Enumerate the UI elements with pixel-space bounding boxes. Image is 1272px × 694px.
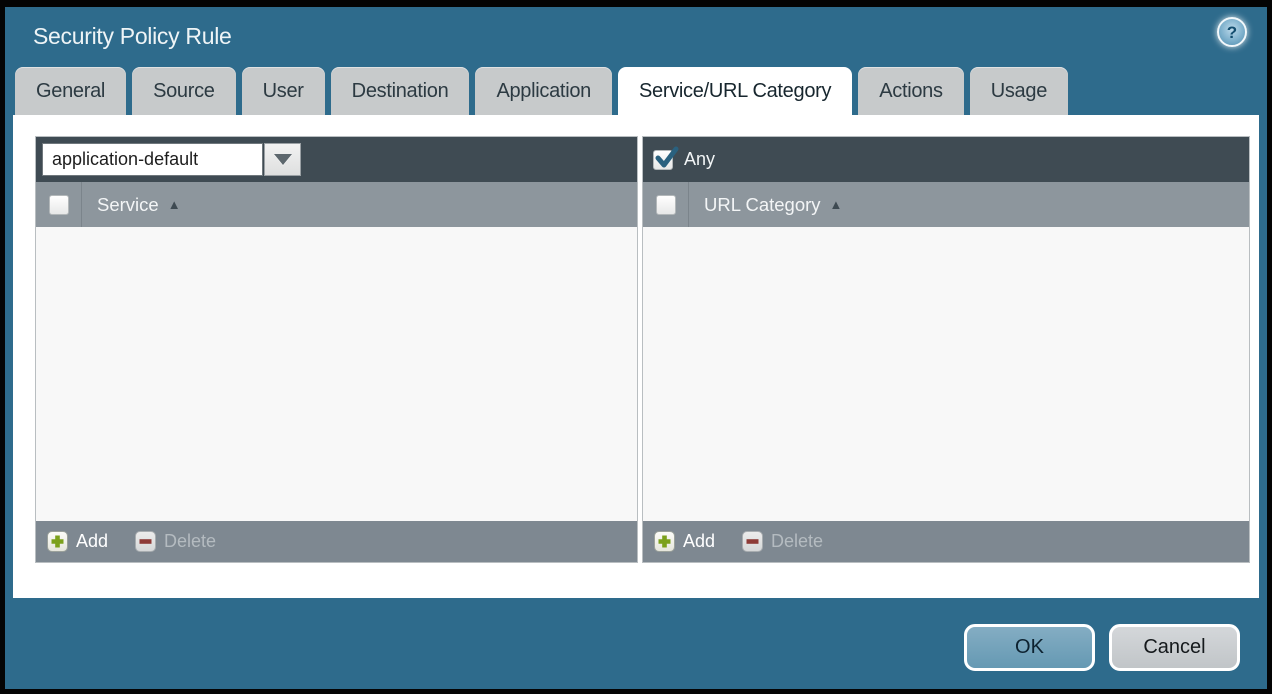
tab-service-url-category[interactable]: Service/URL Category — [618, 67, 852, 115]
any-checkbox[interactable] — [653, 150, 673, 170]
tab-general[interactable]: General — [15, 67, 126, 115]
tab-source[interactable]: Source — [132, 67, 236, 115]
tab-bar: General Source User Destination Applicat… — [5, 65, 1267, 115]
url-category-column-label[interactable]: URL Category — [704, 194, 821, 216]
tab-actions[interactable]: Actions — [858, 67, 964, 115]
check-icon — [653, 145, 679, 171]
url-category-list — [643, 227, 1249, 521]
dialog-title: Security Policy Rule — [33, 23, 232, 50]
minus-icon — [742, 531, 763, 552]
tab-content-area: application-default Service ▲ — [13, 115, 1259, 598]
service-type-dropdown-button[interactable] — [264, 143, 301, 176]
help-icon[interactable]: ? — [1217, 17, 1247, 47]
service-type-dropdown[interactable]: application-default — [42, 143, 301, 176]
tab-application[interactable]: Application — [475, 67, 612, 115]
url-category-add-button[interactable]: Add — [654, 531, 715, 552]
help-glyph: ? — [1227, 24, 1237, 41]
delete-label: Delete — [164, 531, 216, 552]
add-label: Add — [76, 531, 108, 552]
ok-button[interactable]: OK — [964, 624, 1095, 671]
minus-icon — [135, 531, 156, 552]
sort-asc-icon[interactable]: ▲ — [168, 197, 181, 212]
url-category-delete-button[interactable]: Delete — [742, 531, 823, 552]
delete-label: Delete — [771, 531, 823, 552]
service-delete-button[interactable]: Delete — [135, 531, 216, 552]
service-select-all-checkbox[interactable] — [49, 195, 69, 215]
service-add-button[interactable]: Add — [47, 531, 108, 552]
plus-icon — [47, 531, 68, 552]
url-category-panel-footer: Add Delete — [643, 521, 1249, 562]
cancel-button[interactable]: Cancel — [1109, 624, 1240, 671]
service-select-all-cell — [36, 182, 82, 227]
url-category-panel-toolbar: Any — [643, 137, 1249, 182]
security-policy-rule-dialog: Security Policy Rule ? General Source Us… — [0, 0, 1272, 694]
dialog-titlebar: Security Policy Rule ? — [5, 7, 1267, 65]
service-panel-toolbar: application-default — [36, 137, 637, 182]
url-category-select-all-checkbox[interactable] — [656, 195, 676, 215]
url-category-column-header: URL Category ▲ — [643, 182, 1249, 227]
any-label: Any — [684, 149, 715, 170]
service-type-dropdown-value[interactable]: application-default — [42, 143, 263, 176]
sort-asc-icon[interactable]: ▲ — [830, 197, 843, 212]
chevron-down-icon — [274, 154, 292, 165]
service-column-header: Service ▲ — [36, 182, 637, 227]
tab-user[interactable]: User — [242, 67, 325, 115]
url-category-select-all-cell — [643, 182, 689, 227]
service-list — [36, 227, 637, 521]
service-panel-footer: Add Delete — [36, 521, 637, 562]
dialog-action-row: OK Cancel — [5, 624, 1240, 671]
url-category-panel: Any URL Category ▲ Add — [642, 136, 1250, 563]
tab-usage[interactable]: Usage — [970, 67, 1068, 115]
tab-destination[interactable]: Destination — [331, 67, 470, 115]
add-label: Add — [683, 531, 715, 552]
any-row: Any — [649, 149, 715, 170]
service-column-label[interactable]: Service — [97, 194, 159, 216]
panels-container: application-default Service ▲ — [35, 136, 1255, 563]
plus-icon — [654, 531, 675, 552]
service-panel: application-default Service ▲ — [35, 136, 638, 563]
